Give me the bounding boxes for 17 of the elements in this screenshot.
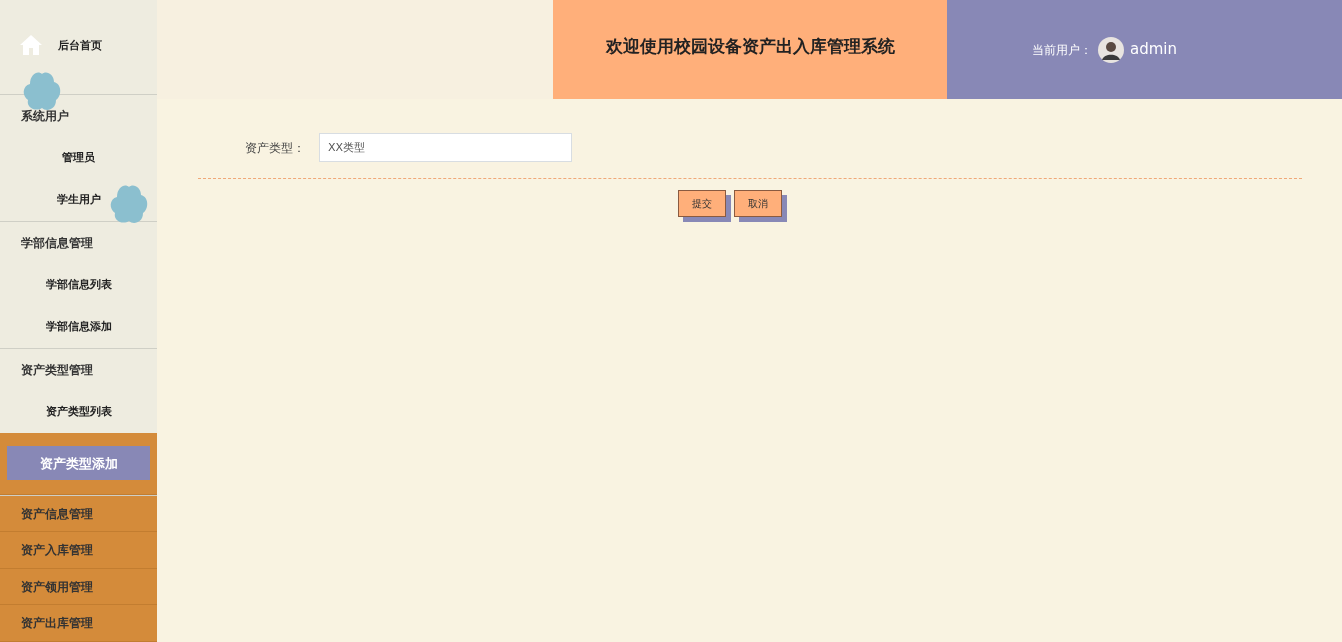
cloud-icon [109, 183, 149, 225]
sidebar-group-title[interactable]: 资产类型管理 [21, 360, 93, 379]
sidebar-item[interactable]: 资产类型列表 [45, 403, 112, 421]
sidebar-item[interactable]: 管理员 [62, 149, 95, 167]
input-field[interactable]: XX类型 [319, 133, 572, 162]
sidebar-group-title[interactable]: 系统用户 [21, 106, 69, 125]
header-title: 欢迎使用校园设备资产出入库管理系统 [605, 34, 895, 58]
sidebar-item[interactable]: 学生用户 [56, 191, 101, 209]
field-label: 资产类型： [244, 139, 306, 157]
current-user-label: 当前用户： [1032, 41, 1092, 59]
sidebar-item[interactable]: 学部信息添加 [45, 318, 112, 336]
username: admin [1130, 39, 1177, 61]
sidebar-group-title[interactable]: 学部信息管理 [21, 233, 93, 252]
avatar-icon [1098, 36, 1124, 63]
sidebar-item[interactable]: 学部信息列表 [45, 276, 112, 294]
home-icon [20, 35, 42, 55]
sidebar-item[interactable]: 后台首页 [58, 38, 102, 55]
